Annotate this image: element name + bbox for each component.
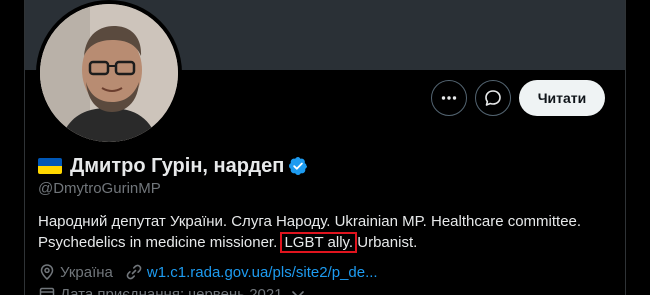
follow-button[interactable]: Читати	[519, 80, 605, 116]
website-item[interactable]: w1.c1.rada.gov.ua/pls/site2/p_de...	[125, 263, 378, 281]
bio-line-2: Psychedelics in medicine missioner. LGBT…	[38, 232, 618, 253]
display-name: Дмитро Гурін, нардеп	[70, 154, 285, 177]
website-link[interactable]: w1.c1.rada.gov.ua/pls/site2/p_de...	[147, 264, 378, 281]
left-gutter	[0, 0, 24, 295]
join-date-text: Дата приєднання: червень 2021	[60, 285, 283, 295]
avatar-frame	[36, 0, 182, 146]
more-options-button[interactable]	[431, 80, 467, 116]
message-button[interactable]	[475, 80, 511, 116]
right-gutter	[626, 0, 650, 295]
bio-text-end: Urbanist.	[357, 234, 418, 251]
profile-page: Читати Дмитро Гурін, нардеп @DmytroGurin…	[0, 0, 650, 295]
verified-badge-icon[interactable]	[288, 156, 308, 176]
location-pin-icon	[40, 264, 54, 280]
bio-line-1: Народний депутат України. Слуга Народу. …	[38, 213, 582, 230]
avatar[interactable]	[40, 4, 178, 142]
profile-handle: @DmytroGurinMP	[38, 180, 161, 197]
ukraine-flag-icon	[38, 158, 62, 174]
profile-meta: Україна w1.c1.rada.gov.ua/pls/site2/p_de…	[38, 262, 390, 282]
chevron-down-icon[interactable]	[289, 285, 307, 295]
join-date-row: Дата приєднання: червень 2021	[38, 284, 307, 295]
location-item: Україна	[38, 263, 113, 281]
profile-name-row: Дмитро Гурін, нардеп	[38, 152, 308, 180]
location-text: Україна	[60, 263, 113, 281]
highlighted-bio-text: LGBT ally.	[280, 232, 358, 253]
message-icon	[485, 90, 501, 106]
calendar-icon	[39, 287, 55, 295]
more-dots-icon	[441, 96, 457, 100]
bio-text: Psychedelics in medicine missioner.	[38, 234, 278, 251]
avatar-image	[40, 4, 178, 142]
profile-bio: Народний депутат України. Слуга Народу. …	[38, 211, 618, 253]
link-icon	[126, 264, 142, 280]
